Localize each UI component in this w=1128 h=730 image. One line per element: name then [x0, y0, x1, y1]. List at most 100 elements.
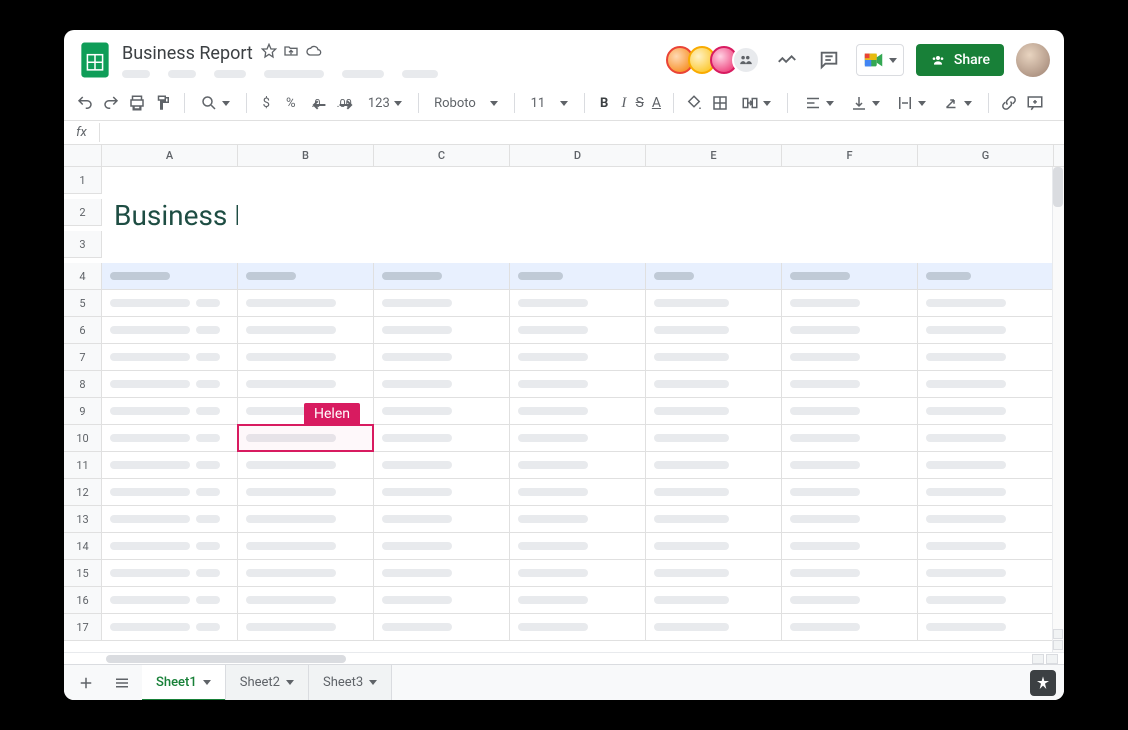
italic-button[interactable]: I: [620, 92, 627, 114]
font-select[interactable]: Roboto: [430, 96, 502, 111]
cell[interactable]: [782, 371, 918, 398]
menu-item[interactable]: [214, 70, 246, 78]
row-header[interactable]: 6: [64, 317, 102, 344]
cell[interactable]: [374, 167, 510, 199]
cell[interactable]: [510, 290, 646, 317]
cell[interactable]: [918, 614, 1054, 641]
cell[interactable]: [102, 506, 238, 533]
cell[interactable]: [102, 263, 238, 290]
horizontal-align-button[interactable]: [800, 94, 838, 112]
cell[interactable]: [102, 452, 238, 479]
collaborator-avatars[interactable]: [672, 46, 760, 74]
explore-button[interactable]: [1030, 670, 1056, 696]
cell[interactable]: [238, 199, 374, 231]
cell[interactable]: [374, 587, 510, 614]
text-wrap-button[interactable]: [892, 94, 930, 112]
column-header[interactable]: G: [918, 145, 1054, 167]
cell[interactable]: [374, 317, 510, 344]
cell[interactable]: [782, 398, 918, 425]
cell[interactable]: [782, 614, 918, 641]
cell[interactable]: [374, 560, 510, 587]
strikethrough-button[interactable]: S: [636, 92, 644, 114]
cell[interactable]: [238, 344, 374, 371]
column-header[interactable]: E: [646, 145, 782, 167]
select-all-cell[interactable]: [64, 145, 102, 167]
cell[interactable]: [510, 371, 646, 398]
cell[interactable]: [102, 425, 238, 452]
cell[interactable]: [918, 317, 1054, 344]
redo-button[interactable]: [102, 92, 120, 114]
cell[interactable]: [918, 560, 1054, 587]
column-header[interactable]: B: [238, 145, 374, 167]
cell[interactable]: [646, 290, 782, 317]
cell[interactable]: [374, 263, 510, 290]
star-icon[interactable]: [261, 43, 277, 64]
cell[interactable]: [918, 290, 1054, 317]
column-header[interactable]: A: [102, 145, 238, 167]
zoom-select[interactable]: [196, 94, 234, 112]
row-header[interactable]: 9: [64, 398, 102, 425]
insert-comment-button[interactable]: [1026, 92, 1044, 114]
cell[interactable]: [238, 560, 374, 587]
cell[interactable]: [510, 587, 646, 614]
vertical-align-button[interactable]: [846, 94, 884, 112]
column-header[interactable]: D: [510, 145, 646, 167]
cell[interactable]: [646, 425, 782, 452]
row-header[interactable]: 3: [64, 231, 102, 258]
cell[interactable]: [238, 398, 374, 425]
cell[interactable]: [374, 425, 510, 452]
cell[interactable]: [238, 290, 374, 317]
row-header[interactable]: 12: [64, 479, 102, 506]
vertical-scrollbar[interactable]: [1052, 167, 1064, 652]
cell[interactable]: [102, 371, 238, 398]
cell[interactable]: [238, 317, 374, 344]
document-title[interactable]: Business Report: [122, 43, 253, 64]
cell[interactable]: [374, 614, 510, 641]
fill-color-button[interactable]: [685, 92, 703, 114]
cell[interactable]: [510, 199, 646, 231]
cell[interactable]: [782, 533, 918, 560]
cell[interactable]: [510, 614, 646, 641]
sheet-tab[interactable]: Sheet1: [142, 665, 226, 701]
cell[interactable]: [102, 560, 238, 587]
currency-button[interactable]: $: [259, 96, 274, 111]
font-size-select[interactable]: 11: [527, 96, 572, 111]
row-header[interactable]: 10: [64, 425, 102, 452]
cell[interactable]: [102, 614, 238, 641]
text-color-button[interactable]: A: [652, 92, 661, 114]
cell[interactable]: [374, 344, 510, 371]
cell[interactable]: [646, 344, 782, 371]
row-header[interactable]: 16: [64, 587, 102, 614]
cell[interactable]: [102, 344, 238, 371]
row-header[interactable]: 13: [64, 506, 102, 533]
cell[interactable]: [102, 587, 238, 614]
cell[interactable]: [374, 398, 510, 425]
row-header[interactable]: 1: [64, 167, 102, 194]
number-format-select[interactable]: 123: [364, 96, 406, 111]
cell[interactable]: [510, 506, 646, 533]
horizontal-scrollbar[interactable]: [64, 652, 1064, 664]
cell[interactable]: [102, 317, 238, 344]
cell[interactable]: [374, 371, 510, 398]
cell[interactable]: [646, 506, 782, 533]
cell[interactable]: [102, 398, 238, 425]
collaborator-more[interactable]: [732, 46, 760, 74]
cell[interactable]: [918, 199, 1054, 231]
cell[interactable]: [646, 263, 782, 290]
cell[interactable]: [646, 398, 782, 425]
cell[interactable]: [374, 452, 510, 479]
cell[interactable]: [782, 560, 918, 587]
cell[interactable]: [782, 199, 918, 231]
cell[interactable]: [646, 452, 782, 479]
row-header[interactable]: 2: [64, 199, 102, 226]
cell[interactable]: [510, 231, 646, 263]
cell[interactable]: [238, 231, 374, 263]
formula-input[interactable]: [100, 123, 1064, 142]
cell[interactable]: [238, 614, 374, 641]
menu-item[interactable]: [342, 70, 384, 78]
cell[interactable]: [782, 167, 918, 199]
row-header[interactable]: 4: [64, 263, 102, 290]
cell[interactable]: [238, 425, 374, 452]
cell[interactable]: [918, 167, 1054, 199]
row-header[interactable]: 7: [64, 344, 102, 371]
